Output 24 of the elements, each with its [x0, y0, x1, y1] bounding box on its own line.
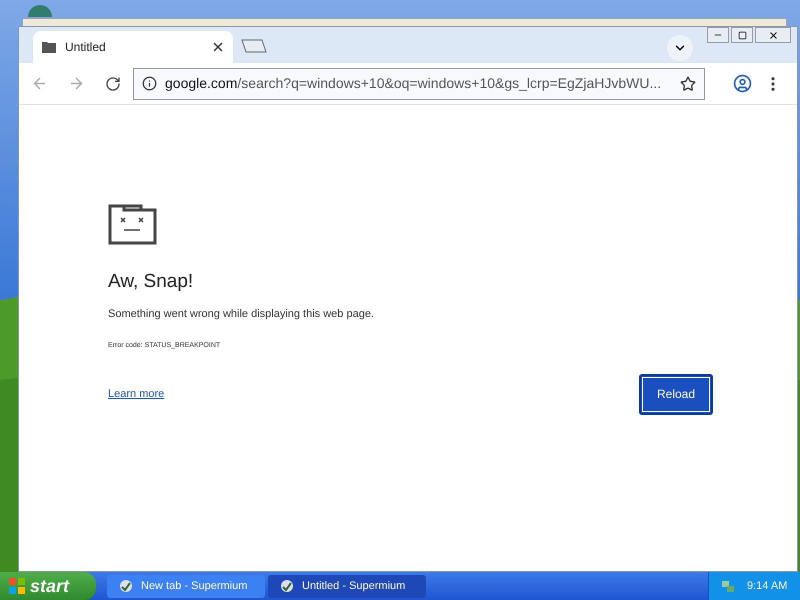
taskbar-button[interactable]: New tab - Supermium: [107, 574, 265, 598]
clock: 9:14 AM: [747, 578, 788, 594]
reload-button[interactable]: Reload: [639, 374, 713, 414]
maximize-icon: [738, 30, 746, 40]
url-text: google.com/search?q=windows+10&oq=windows+10&gs_lcrp=EgZjaHJvbWU...: [165, 74, 662, 93]
tab-title: Untitled: [65, 39, 107, 56]
reload-icon[interactable]: [105, 76, 121, 92]
info-icon: [142, 76, 157, 91]
close-icon: [768, 30, 778, 40]
close-icon[interactable]: [211, 40, 225, 54]
new-tab-icon[interactable]: [241, 39, 267, 53]
maximize-button[interactable]: [731, 27, 753, 43]
windows-logo-icon: [8, 577, 26, 595]
tab-search-button[interactable]: [667, 35, 693, 61]
star-icon[interactable]: [680, 76, 696, 92]
error-heading: Aw, Snap!: [108, 270, 194, 294]
learn-more-link[interactable]: Learn more: [108, 386, 164, 402]
start-button[interactable]: start: [0, 572, 96, 600]
profile-icon[interactable]: [733, 74, 752, 93]
error-message: Something went wrong while displaying this web page.: [108, 306, 375, 322]
browser-tab[interactable]: Untitled: [33, 31, 233, 63]
taskbar-button[interactable]: Untitled - Supermium: [268, 574, 426, 598]
close-button[interactable]: [755, 27, 791, 43]
address-bar[interactable]: google.com/search?q=windows+10&oq=windows+10&gs_lcrp=EgZjaHJvbWU...: [133, 68, 705, 100]
